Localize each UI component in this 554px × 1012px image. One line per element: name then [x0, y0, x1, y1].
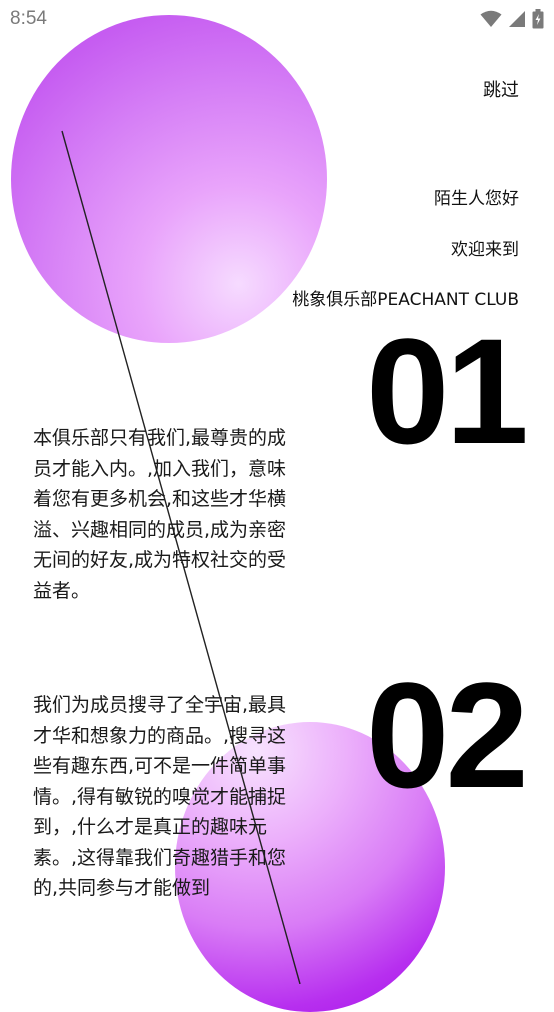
section-text-01: 本俱乐部只有我们,最尊贵的成 员才能入内。,加入我们，意味 着您有更多机会,和这… — [33, 427, 287, 602]
section-number-01: 01 — [366, 307, 529, 475]
greeting-line-1: 陌生人您好 — [434, 189, 519, 209]
status-icons — [480, 8, 544, 30]
wifi-icon — [480, 10, 502, 27]
decorative-orb-top — [11, 15, 327, 343]
section-number-02: 02 — [366, 651, 529, 819]
greeting-line-2: 欢迎来到 — [451, 240, 519, 260]
status-bar: 8:54 — [0, 0, 554, 38]
status-time: 8:54 — [10, 8, 47, 29]
battery-charging-icon — [532, 9, 544, 29]
section-text-02: 我们为成员搜寻了全宇宙,最具 才华和想象力的商品。,搜寻这 些有趣东西,可不是一… — [33, 694, 287, 899]
skip-button[interactable]: 跳过 — [483, 76, 519, 102]
signal-icon — [509, 11, 525, 27]
